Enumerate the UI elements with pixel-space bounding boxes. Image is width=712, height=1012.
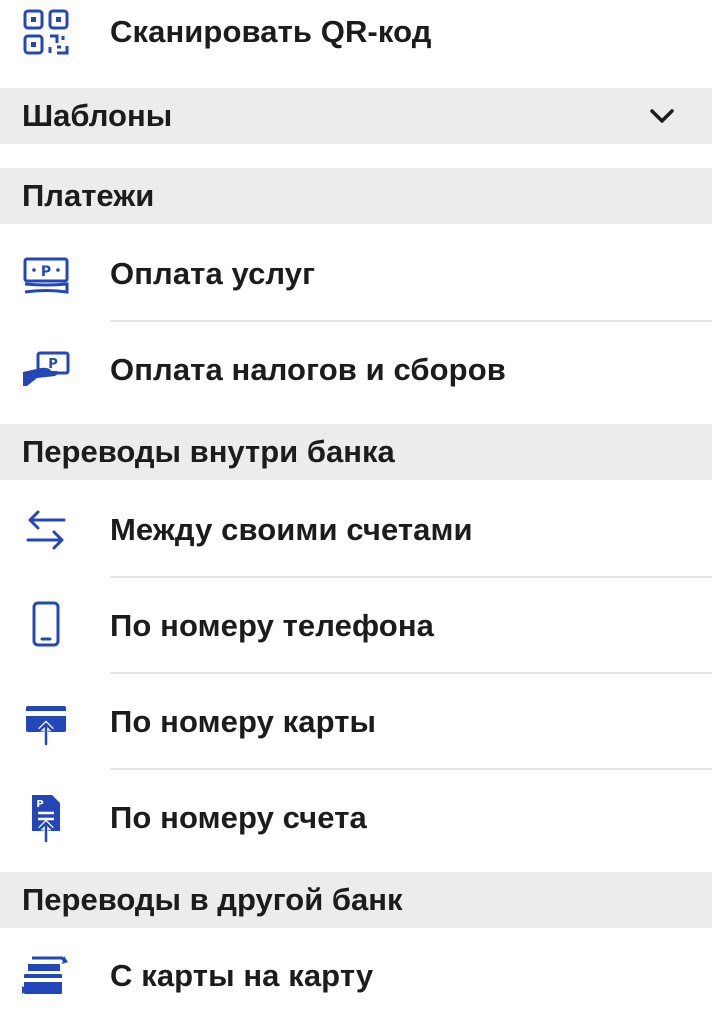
section-payments: Платежи — [0, 168, 712, 224]
card-transfer-icon — [20, 698, 72, 750]
list-item-label: Между своими счетами — [110, 512, 473, 547]
scan-qr-label: Сканировать QR-код — [110, 14, 432, 49]
list-item-tax-payment[interactable]: P Оплата налогов и сборов — [0, 322, 712, 418]
list-item-between-own-accounts[interactable]: Между своими счетами — [0, 482, 712, 578]
chevron-down-icon[interactable] — [648, 102, 676, 130]
transfer-arrows-icon — [20, 504, 72, 556]
scan-qr-item[interactable]: Сканировать QR-код — [0, 0, 712, 68]
list-item-label: Оплата услуг — [110, 256, 316, 291]
section-external-title: Переводы в другой банк — [22, 882, 403, 917]
list-item-label: Оплата налогов и сборов — [110, 352, 506, 387]
list-item-bill-payment[interactable]: P Оплата услуг — [0, 226, 712, 322]
tax-payment-icon: P — [20, 344, 72, 396]
section-templates[interactable]: Шаблоны — [0, 88, 712, 144]
section-payments-title: Платежи — [22, 178, 155, 213]
qr-code-icon — [20, 6, 72, 58]
list-item-card-to-card[interactable]: С карты на карту — [0, 930, 712, 1012]
bill-payment-icon: P — [20, 250, 72, 302]
account-document-icon: P — [20, 792, 72, 844]
section-external-transfers: Переводы в другой банк — [0, 872, 712, 928]
card-to-card-icon — [20, 950, 72, 1002]
section-internal-title: Переводы внутри банка — [22, 434, 395, 469]
list-item-by-phone[interactable]: По номеру телефона — [0, 578, 712, 674]
list-item-by-account[interactable]: P По номеру счета — [0, 770, 712, 866]
phone-icon — [20, 598, 72, 650]
list-item-label: По номеру телефона — [110, 608, 435, 643]
svg-text:P: P — [36, 799, 43, 810]
section-internal-transfers: Переводы внутри банка — [0, 424, 712, 480]
list-item-label: С карты на карту — [110, 958, 374, 993]
svg-text:P: P — [41, 264, 51, 280]
section-templates-title: Шаблоны — [22, 98, 173, 133]
list-item-label: По номеру счета — [110, 800, 367, 835]
list-item-label: По номеру карты — [110, 704, 377, 739]
list-item-by-card[interactable]: По номеру карты — [0, 674, 712, 770]
